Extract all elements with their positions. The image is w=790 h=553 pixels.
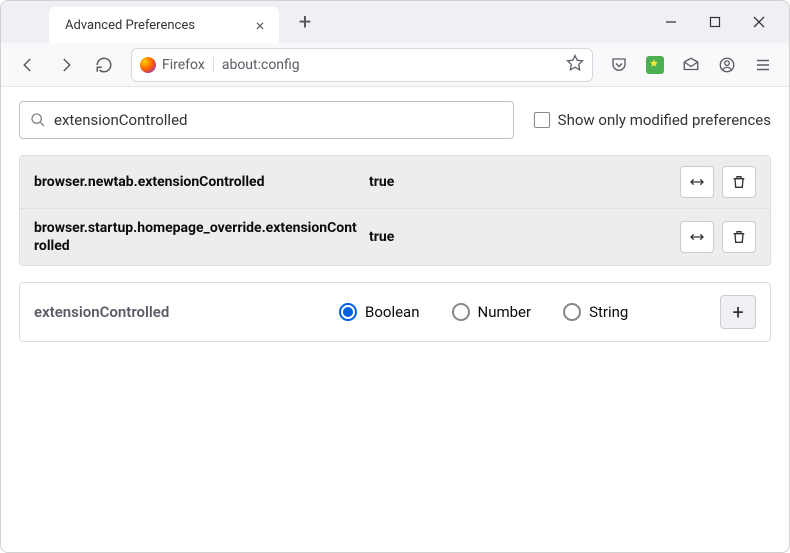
pref-row[interactable]: browser.newtab.extensionControlled true xyxy=(20,156,770,208)
minimize-button[interactable] xyxy=(649,6,693,38)
radio-number[interactable]: Number xyxy=(452,303,532,321)
url-text: about:config xyxy=(222,57,558,73)
account-icon[interactable] xyxy=(711,49,743,81)
firefox-icon xyxy=(140,57,156,73)
browser-tab[interactable]: Advanced Preferences × xyxy=(49,7,279,43)
checkbox-icon xyxy=(534,112,550,128)
add-button[interactable]: + xyxy=(720,295,756,329)
pref-row[interactable]: browser.startup.homepage_override.extens… xyxy=(20,208,770,265)
delete-button[interactable] xyxy=(722,221,756,253)
add-pref-box: extensionControlled Boolean Number Strin… xyxy=(19,282,771,342)
radio-string[interactable]: String xyxy=(563,303,628,321)
about-config-content: Show only modified preferences browser.n… xyxy=(1,87,789,552)
toggle-button[interactable] xyxy=(680,166,714,198)
add-pref-name: extensionControlled xyxy=(34,303,329,321)
identity-label: Firefox xyxy=(162,57,205,73)
type-radio-group: Boolean Number String xyxy=(339,303,710,321)
tab-title: Advanced Preferences xyxy=(65,18,251,33)
radio-icon xyxy=(452,303,470,321)
radio-label: String xyxy=(589,303,628,321)
browser-window: Advanced Preferences × + Firefox xyxy=(0,0,790,553)
title-bar: Advanced Preferences × + xyxy=(1,1,789,43)
delete-button[interactable] xyxy=(722,166,756,198)
maximize-button[interactable] xyxy=(693,6,737,38)
close-tab-icon[interactable]: × xyxy=(251,16,269,34)
search-row: Show only modified preferences xyxy=(19,101,771,139)
radio-icon xyxy=(563,303,581,321)
back-button[interactable] xyxy=(11,48,45,82)
search-icon xyxy=(30,112,46,128)
search-input[interactable] xyxy=(54,111,503,129)
preferences-table: browser.newtab.extensionControlled true … xyxy=(19,155,771,266)
pref-name: browser.startup.homepage_override.extens… xyxy=(34,219,359,255)
pocket-icon[interactable] xyxy=(603,49,635,81)
forward-button[interactable] xyxy=(49,48,83,82)
close-window-button[interactable] xyxy=(737,6,781,38)
reload-button[interactable] xyxy=(87,48,121,82)
radio-label: Number xyxy=(478,303,532,321)
url-bar[interactable]: Firefox about:config xyxy=(131,48,593,82)
navigation-toolbar: Firefox about:config xyxy=(1,43,789,87)
radio-icon xyxy=(339,303,357,321)
filter-label: Show only modified preferences xyxy=(558,111,771,129)
pref-value: true xyxy=(369,174,670,190)
inbox-icon[interactable] xyxy=(675,49,707,81)
bookmark-star-icon[interactable] xyxy=(566,54,584,76)
toggle-button[interactable] xyxy=(680,221,714,253)
radio-label: Boolean xyxy=(365,303,420,321)
show-modified-checkbox[interactable]: Show only modified preferences xyxy=(534,111,771,129)
site-identity[interactable]: Firefox xyxy=(140,57,214,73)
new-tab-button[interactable]: + xyxy=(291,8,319,36)
menu-button[interactable] xyxy=(747,49,779,81)
search-box[interactable] xyxy=(19,101,514,139)
radio-boolean[interactable]: Boolean xyxy=(339,303,420,321)
extension-icon[interactable] xyxy=(639,49,671,81)
pref-name: browser.newtab.extensionControlled xyxy=(34,173,359,191)
pref-value: true xyxy=(369,229,670,245)
